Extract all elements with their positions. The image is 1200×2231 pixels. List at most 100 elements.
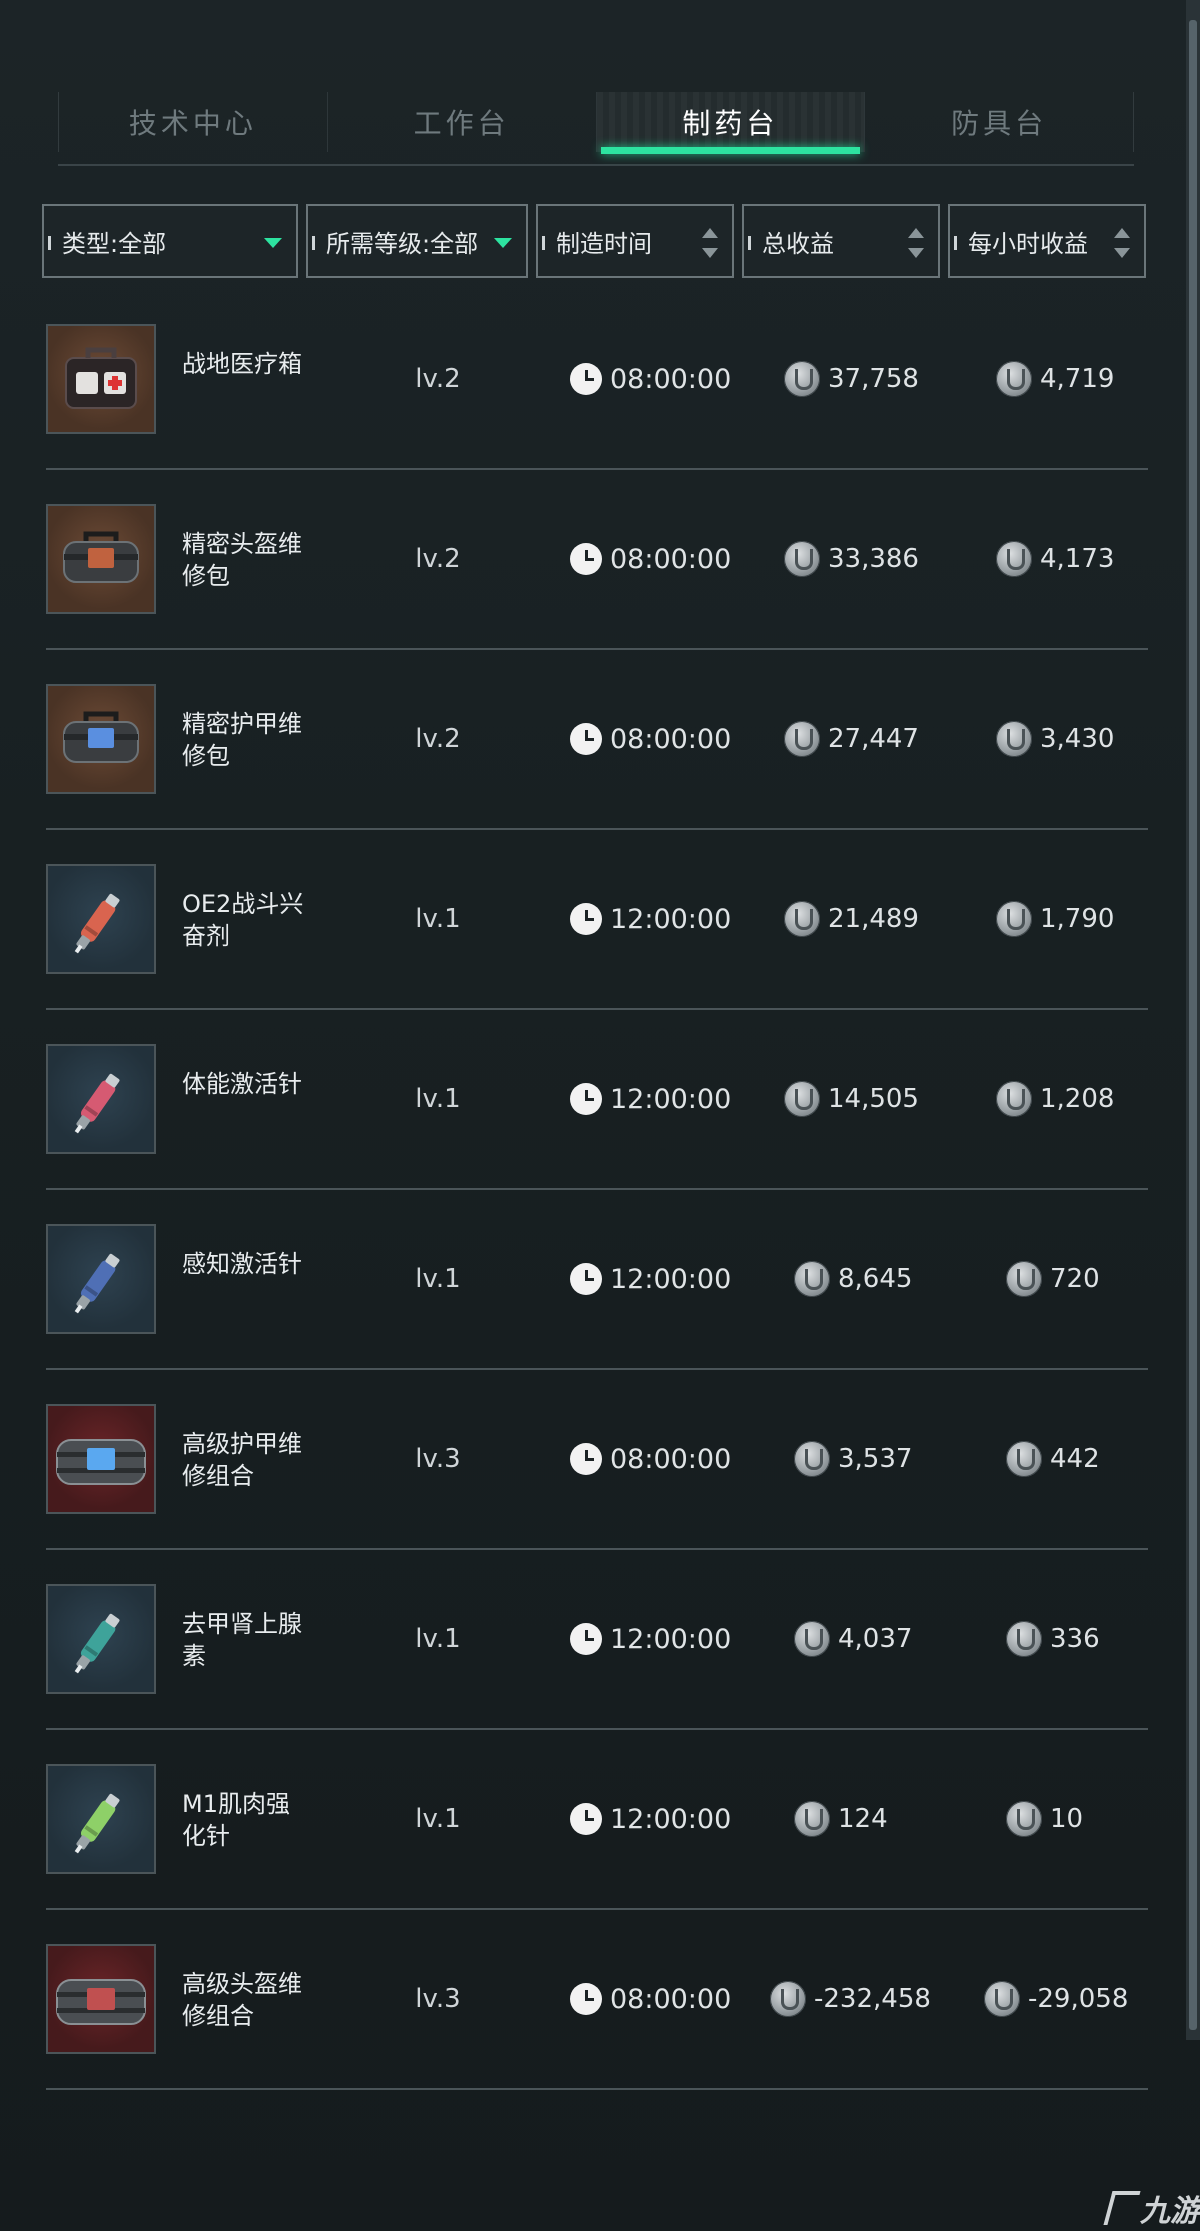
total-profit: 14,505 xyxy=(784,1080,919,1118)
item-name: M1肌肉强化针 xyxy=(182,1790,290,1850)
item-level: lv.1 xyxy=(415,904,461,934)
item-level: lv.1 xyxy=(415,1624,461,1654)
item-name: 去甲肾上腺素 xyxy=(182,1610,302,1670)
clock-icon xyxy=(570,723,602,755)
clock-icon xyxy=(570,1263,602,1295)
logo-mark-icon xyxy=(1103,2191,1141,2225)
coin-icon xyxy=(794,1801,830,1837)
hourly-profit-value: 3,430 xyxy=(1040,724,1115,754)
tab-tech-center[interactable]: 技术中心 xyxy=(58,92,327,152)
clock-icon xyxy=(570,363,602,395)
craft-time-value: 12:00:00 xyxy=(610,1623,732,1655)
total-profit-value: 21,489 xyxy=(828,904,919,934)
list-item[interactable]: 精密头盔维修包 lv.2 08:00:00 33,386 4,173 xyxy=(46,470,1148,650)
repair-kit-icon xyxy=(53,1412,149,1506)
list-item[interactable]: 精密护甲维修包 lv.2 08:00:00 27,447 3,430 xyxy=(46,650,1148,830)
sort-total-profit-label: 总收益 xyxy=(762,229,834,258)
coin-icon xyxy=(996,901,1032,937)
craft-time-value: 08:00:00 xyxy=(610,363,732,395)
sort-hourly-profit-label: 每小时收益 xyxy=(968,229,1088,258)
list-item[interactable]: 体能激活针 lv.1 12:00:00 14,505 1,208 xyxy=(46,1010,1148,1190)
type-filter-dropdown[interactable]: 类型:全部 xyxy=(42,204,298,278)
coin-icon xyxy=(794,1621,830,1657)
list-item[interactable]: 去甲肾上腺素 lv.1 12:00:00 4,037 336 xyxy=(46,1550,1148,1730)
sort-craft-time-button[interactable]: 制造时间 xyxy=(536,204,734,278)
craft-time: 12:00:00 xyxy=(570,1082,731,1116)
item-name: 感知激活针 xyxy=(182,1250,302,1278)
clock-icon xyxy=(570,1623,602,1655)
list-item[interactable]: 高级头盔维修组合 lv.3 08:00:00 -232,458 -29,058 xyxy=(46,1910,1148,2090)
hourly-profit-value: -29,058 xyxy=(1028,1984,1129,2014)
hourly-profit: 1,790 xyxy=(996,900,1114,938)
medical-kit-icon xyxy=(56,332,146,426)
coin-icon xyxy=(996,721,1032,757)
sort-hourly-profit-button[interactable]: 每小时收益 xyxy=(948,204,1146,278)
list-item[interactable]: 战地医疗箱 lv.2 08:00:00 37,758 4,719 xyxy=(46,290,1148,470)
sort-total-profit-button[interactable]: 总收益 xyxy=(742,204,940,278)
item-thumbnail xyxy=(46,1044,156,1154)
repair-bag-icon xyxy=(56,692,146,786)
tab-pharmacy[interactable]: 制药台 xyxy=(595,92,865,154)
scrollbar-thumb[interactable] xyxy=(1189,20,1197,2030)
craft-time-value: 12:00:00 xyxy=(610,1263,732,1295)
total-profit-value: 14,505 xyxy=(828,1084,919,1114)
total-profit: -232,458 xyxy=(770,1980,931,2018)
item-thumbnail xyxy=(46,324,156,434)
total-profit: 8,645 xyxy=(794,1260,912,1298)
item-level: lv.3 xyxy=(415,1984,461,2014)
clock-icon xyxy=(570,1083,602,1115)
level-filter-label: 所需等级:全部 xyxy=(326,229,479,258)
hourly-profit-value: 4,719 xyxy=(1040,364,1115,394)
total-profit-value: 124 xyxy=(838,1804,888,1834)
recipe-list: 战地医疗箱 lv.2 08:00:00 37,758 4,719 精密头盔维修包 lv.2 0… xyxy=(46,290,1148,2090)
sort-craft-time-label: 制造时间 xyxy=(556,229,652,258)
tab-workbench[interactable]: 工作台 xyxy=(326,92,596,152)
coin-icon xyxy=(794,1441,830,1477)
hourly-profit-value: 4,173 xyxy=(1040,544,1115,574)
injector-icon xyxy=(56,1772,146,1866)
total-profit-value: 27,447 xyxy=(828,724,919,754)
item-thumbnail xyxy=(46,684,156,794)
craft-time: 08:00:00 xyxy=(570,722,731,756)
coin-icon xyxy=(784,361,820,397)
coin-icon xyxy=(996,1081,1032,1117)
item-thumbnail xyxy=(46,1224,156,1334)
hourly-profit-value: 1,790 xyxy=(1040,904,1115,934)
item-thumbnail xyxy=(46,1404,156,1514)
list-item[interactable]: 高级护甲维修组合 lv.3 08:00:00 3,537 442 xyxy=(46,1370,1148,1550)
craft-time-value: 12:00:00 xyxy=(610,1083,732,1115)
item-level: lv.2 xyxy=(415,544,461,574)
coin-icon xyxy=(784,541,820,577)
hourly-profit: 336 xyxy=(1006,1620,1100,1658)
sort-icon xyxy=(908,228,924,258)
hourly-profit-value: 10 xyxy=(1050,1804,1084,1834)
item-name: 高级头盔维修组合 xyxy=(182,1970,302,2030)
coin-icon xyxy=(996,541,1032,577)
tab-armor-bench[interactable]: 防具台 xyxy=(864,92,1134,152)
item-name: 精密护甲维修包 xyxy=(182,710,302,770)
item-level: lv.2 xyxy=(415,724,461,754)
list-item[interactable]: 感知激活针 lv.1 12:00:00 8,645 720 xyxy=(46,1190,1148,1370)
hourly-profit: 4,173 xyxy=(996,540,1114,578)
level-filter-dropdown[interactable]: 所需等级:全部 xyxy=(306,204,528,278)
coin-icon xyxy=(1006,1441,1042,1477)
craft-time-value: 12:00:00 xyxy=(610,1803,732,1835)
tab-bar: 技术中心 工作台 制药台 防具台 xyxy=(58,92,1134,166)
total-profit-value: 8,645 xyxy=(838,1264,913,1294)
hourly-profit-value: 720 xyxy=(1050,1264,1100,1294)
item-level: lv.2 xyxy=(415,364,461,394)
injector-icon xyxy=(56,872,146,966)
item-thumbnail xyxy=(46,864,156,974)
list-item[interactable]: M1肌肉强化针 lv.1 12:00:00 124 10 xyxy=(46,1730,1148,1910)
coin-icon xyxy=(770,1981,806,2017)
clock-icon xyxy=(570,1983,602,2015)
item-thumbnail xyxy=(46,504,156,614)
coin-icon xyxy=(784,721,820,757)
hourly-profit-value: 336 xyxy=(1050,1624,1100,1654)
total-profit: 37,758 xyxy=(784,360,919,398)
total-profit-value: 37,758 xyxy=(828,364,919,394)
repair-bag-icon xyxy=(56,512,146,606)
item-name: 战地医疗箱 xyxy=(182,350,302,378)
list-item[interactable]: OE2战斗兴奋剂 lv.1 12:00:00 21,489 1,790 xyxy=(46,830,1148,1010)
clock-icon xyxy=(570,903,602,935)
